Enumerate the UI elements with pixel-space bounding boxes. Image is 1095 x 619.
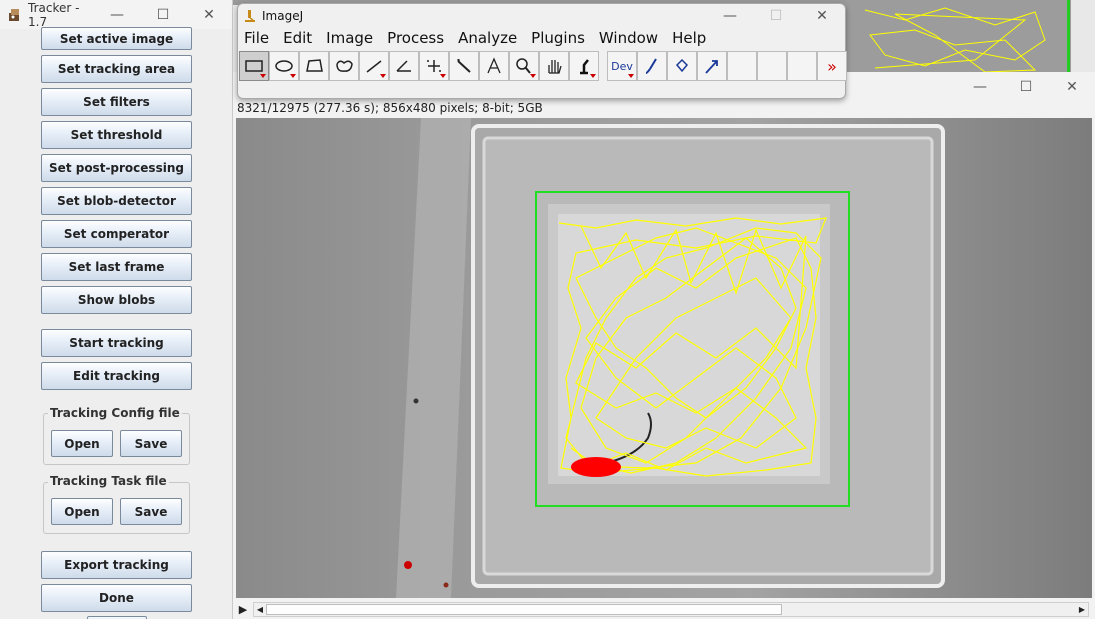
set-post-processing-button[interactable]: Set post-processing — [41, 154, 192, 182]
image-window: — ☐ ✕ 8321/12975 (277.36 s); 856x480 pix… — [233, 72, 1095, 619]
brush-tool-icon[interactable] — [637, 51, 667, 81]
frame-scroll-row: ▶ ◀ ▶ — [233, 600, 1095, 619]
minimize-icon[interactable]: — — [94, 0, 140, 29]
tracker-app-icon — [9, 8, 19, 21]
set-threshold-button[interactable]: Set threshold — [41, 121, 192, 149]
menu-edit[interactable]: Edit — [283, 29, 312, 47]
config-open-button[interactable]: Open — [51, 430, 113, 457]
set-comperator-button[interactable]: Set comperator — [41, 220, 192, 248]
image-info-line: 8321/12975 (277.36 s); 856x480 pixels; 8… — [237, 101, 543, 115]
maximize-icon[interactable]: ☐ — [140, 0, 186, 29]
background-track-preview — [845, 0, 1071, 76]
edit-tracking-button[interactable]: Edit tracking — [41, 362, 192, 390]
imagej-window: ImageJ — ☐ ✕ File Edit Image Process Ana… — [237, 3, 847, 99]
line-tool-icon[interactable] — [359, 51, 389, 81]
close-icon[interactable]: ✕ — [186, 0, 232, 29]
done-button[interactable]: Done — [41, 584, 192, 612]
imagej-titlebar: ImageJ — ☐ ✕ — [238, 4, 845, 28]
freehand-tool-icon[interactable] — [329, 51, 359, 81]
task-open-button[interactable]: Open — [51, 498, 113, 525]
point-tool-icon[interactable] — [419, 51, 449, 81]
imagej-toolbar: Dev » — [239, 51, 847, 81]
more-tools-icon[interactable]: » — [817, 51, 847, 81]
set-tracking-area-button[interactable]: Set tracking area — [41, 55, 192, 83]
oval-tool-icon[interactable] — [269, 51, 299, 81]
image-close-icon[interactable]: ✕ — [1049, 72, 1095, 101]
arena-image[interactable] — [236, 118, 1092, 598]
imagej-close-icon[interactable]: ✕ — [799, 4, 845, 28]
empty-slot-2 — [757, 51, 787, 81]
menu-image[interactable]: Image — [326, 29, 373, 47]
imagej-menubar: File Edit Image Process Analyze Plugins … — [238, 28, 845, 48]
dev-tool-icon[interactable]: Dev — [607, 51, 637, 81]
frame-scrollbar[interactable]: ◀ ▶ — [253, 602, 1089, 617]
tracking-config-label: Tracking Config file — [48, 406, 182, 420]
angle-tool-icon[interactable] — [389, 51, 419, 81]
detected-blob — [571, 457, 621, 477]
set-blob-detector-button[interactable]: Set blob-detector — [41, 187, 192, 215]
menu-analyze[interactable]: Analyze — [458, 29, 517, 47]
imagej-maximize-icon: ☐ — [769, 8, 783, 24]
tracking-task-label: Tracking Task file — [48, 474, 169, 488]
set-last-frame-button[interactable]: Set last frame — [41, 253, 192, 281]
set-active-image-button[interactable]: Set active image — [41, 27, 192, 50]
menu-process[interactable]: Process — [387, 29, 444, 47]
imagej-title: ImageJ — [262, 9, 304, 23]
scroll-right-icon[interactable]: ▶ — [1076, 603, 1088, 616]
image-maximize-icon[interactable]: ☐ — [1003, 72, 1049, 101]
flood-fill-tool-icon[interactable] — [667, 51, 697, 81]
color-picker-tool-icon[interactable] — [569, 51, 599, 81]
scroll-tool-icon[interactable] — [539, 51, 569, 81]
set-filters-button[interactable]: Set filters — [41, 88, 192, 116]
imagej-minimize-icon[interactable]: — — [707, 4, 753, 28]
polygon-tool-icon[interactable] — [299, 51, 329, 81]
image-window-titlebar: — ☐ ✕ — [957, 72, 1095, 100]
menu-plugins[interactable]: Plugins — [531, 29, 585, 47]
image-minimize-icon[interactable]: — — [957, 72, 1003, 101]
wand-tool-icon[interactable] — [449, 51, 479, 81]
tracker-window: Tracker - 1.7 — ☐ ✕ Set active image Set… — [0, 0, 233, 619]
task-save-button[interactable]: Save — [120, 498, 182, 525]
empty-slot-3 — [787, 51, 817, 81]
empty-slot-1 — [727, 51, 757, 81]
rectangle-tool-icon[interactable] — [239, 51, 269, 81]
dev-tool-label: Dev — [611, 59, 633, 73]
tracker-titlebar: Tracker - 1.7 — ☐ ✕ — [0, 0, 232, 29]
text-tool-icon[interactable] — [479, 51, 509, 81]
menu-help[interactable]: Help — [672, 29, 706, 47]
play-icon[interactable]: ▶ — [233, 603, 253, 616]
export-tracking-button[interactable]: Export tracking — [41, 551, 192, 579]
scroll-left-icon[interactable]: ◀ — [254, 603, 266, 616]
tracker-title: Tracker - 1.7 — [28, 0, 80, 29]
magnifier-tool-icon[interactable] — [509, 51, 539, 81]
config-save-button[interactable]: Save — [120, 430, 182, 457]
background-image-window — [845, 0, 1071, 76]
show-blobs-button[interactable]: Show blobs — [41, 286, 192, 314]
image-canvas[interactable] — [236, 118, 1092, 598]
menu-file[interactable]: File — [244, 29, 269, 47]
microscope-icon — [245, 10, 255, 22]
arrow-tool-icon[interactable] — [697, 51, 727, 81]
menu-window[interactable]: Window — [599, 29, 658, 47]
start-tracking-button[interactable]: Start tracking — [41, 329, 192, 357]
frame-scrollbar-thumb[interactable] — [266, 604, 782, 615]
